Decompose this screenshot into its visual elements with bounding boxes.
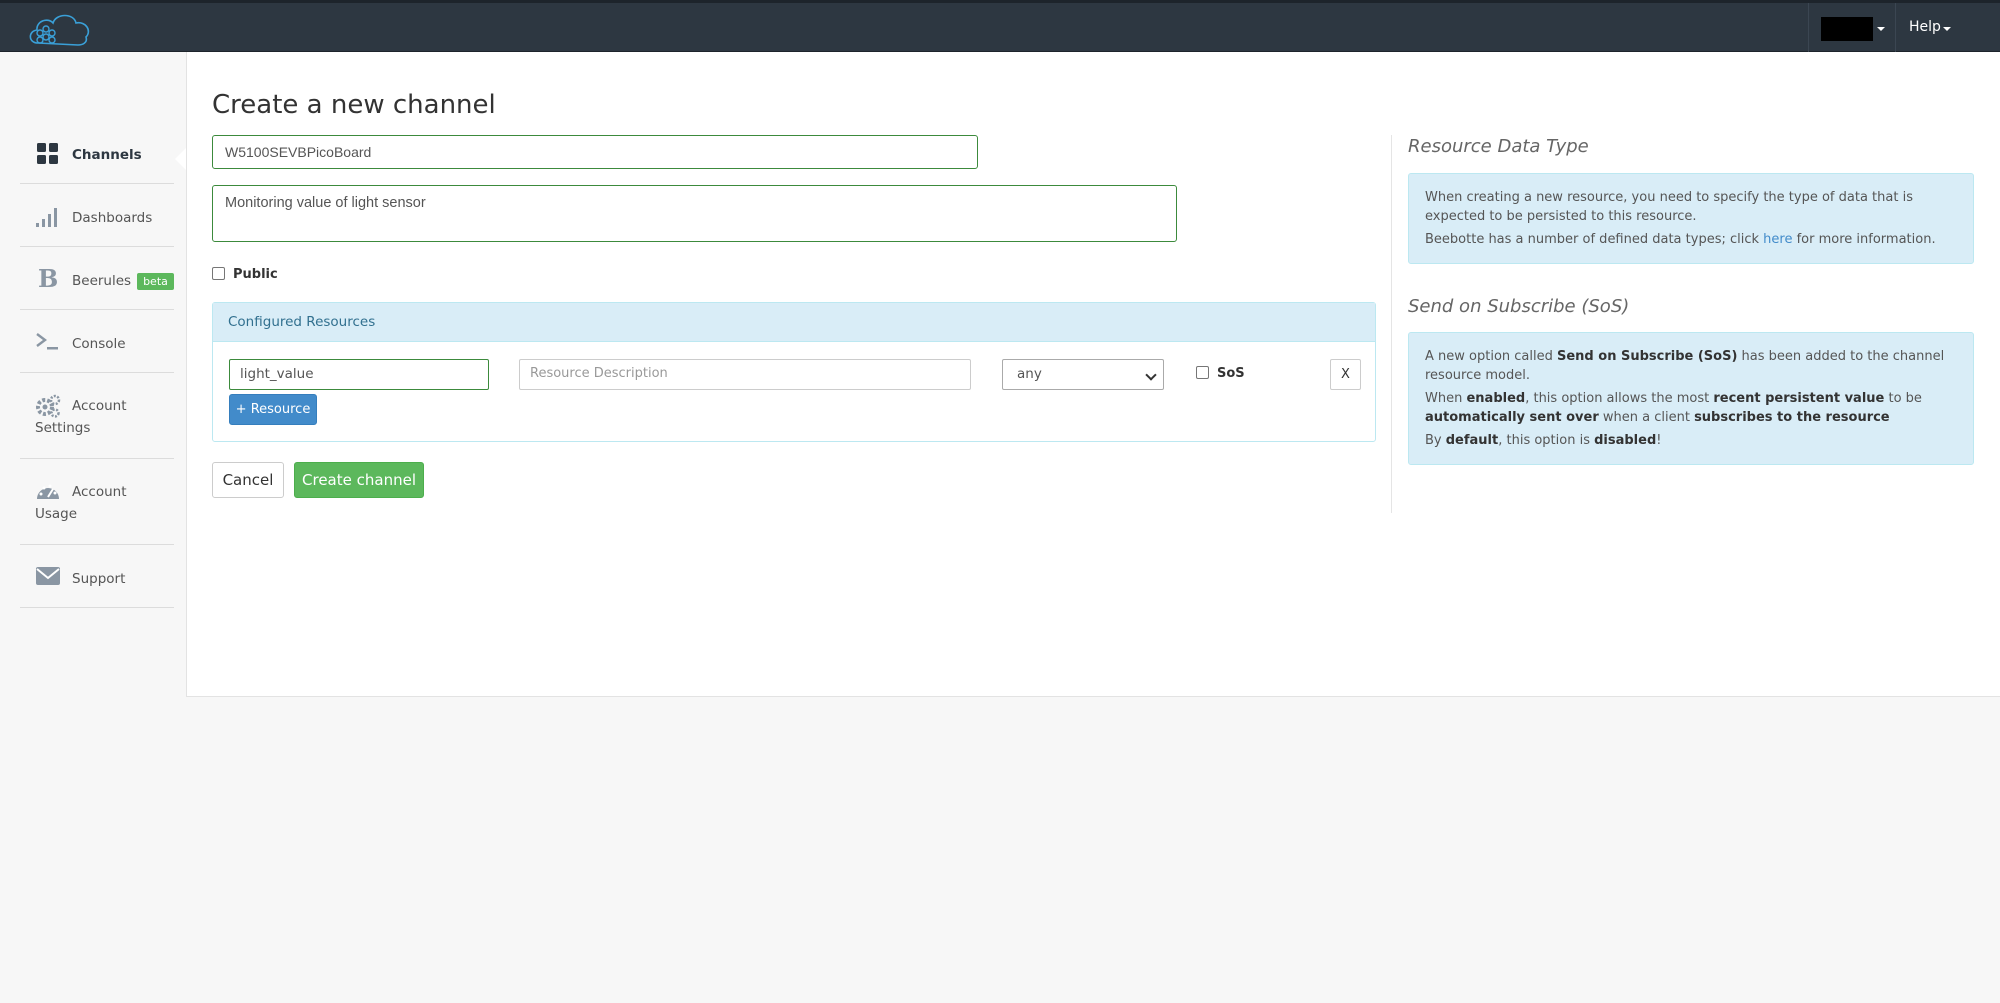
active-indicator — [175, 148, 186, 170]
sos-checkbox[interactable] — [1196, 366, 1209, 379]
resource-data-type-title: Resource Data Type — [1408, 136, 1589, 157]
beerules-b-icon: B — [38, 265, 58, 291]
chevron-down-icon — [1877, 27, 1885, 31]
sidebar-item-dashboards[interactable]: Dashboards — [20, 184, 174, 247]
sidebar-item-support[interactable]: Support — [20, 545, 174, 608]
data-type-paragraph: When creating a new resource, you need t… — [1425, 190, 1913, 224]
top-navbar: Help — [0, 0, 2000, 52]
signal-bars-icon — [36, 208, 57, 227]
sidebar-item-channels[interactable]: Channels — [20, 137, 174, 184]
channel-name-input[interactable]: W5100SEVBPicoBoard — [212, 135, 978, 169]
add-resource-button[interactable]: + Resource — [229, 394, 317, 425]
resource-description-input[interactable]: Resource Description — [519, 359, 971, 390]
help-menu-dropdown[interactable]: Help — [1897, 3, 1987, 52]
sidebar-item-label: Dashboards — [72, 210, 153, 226]
sidebar-item-beerules[interactable]: B Beerules beta — [20, 247, 174, 310]
sidebar-item-label: Channels — [72, 147, 142, 163]
sos-paragraph-3: By default, this option is disabled! — [1425, 433, 1662, 448]
sidebar-item-account-usage[interactable]: Account Usage — [20, 459, 174, 545]
sos-paragraph-1: A new option called Send on Subscribe (S… — [1425, 349, 1945, 383]
resource-type-value: any — [1017, 366, 1042, 382]
sos-checkbox-label[interactable]: SoS — [1196, 366, 1245, 381]
data-type-link-paragraph: Beebotte has a number of defined data ty… — [1425, 232, 1936, 247]
sidebar-item-console[interactable]: Console — [20, 310, 174, 373]
beta-badge: beta — [137, 273, 174, 290]
sos-info: A new option called Send on Subscribe (S… — [1408, 332, 1974, 465]
resource-type-select[interactable]: any — [1002, 359, 1164, 390]
sidebar-item-label: Account Settings — [35, 398, 127, 436]
chevron-down-icon — [1145, 369, 1157, 381]
column-divider — [1391, 135, 1392, 513]
beebotte-logo-icon[interactable] — [24, 9, 96, 49]
sos-paragraph-2: When enabled, this option allows the mos… — [1425, 391, 1922, 425]
sidebar-item-label: Account Usage — [35, 484, 127, 522]
create-channel-button[interactable]: Create channel — [294, 462, 424, 498]
grid-icon — [37, 143, 58, 164]
chevron-down-icon — [1943, 27, 1951, 31]
sidebar-item-label: Beerules — [72, 273, 132, 289]
page-title: Create a new channel — [212, 90, 496, 120]
sos-label: SoS — [1217, 366, 1245, 381]
public-label: Public — [233, 267, 278, 282]
channel-description-textarea[interactable]: Monitoring value of light sensor — [212, 185, 1177, 242]
configured-resources-panel: Configured Resources light_value Resourc… — [212, 302, 1376, 442]
user-name-redacted — [1821, 17, 1873, 41]
sidebar-item-label: Console — [72, 336, 126, 352]
remove-resource-button[interactable]: X — [1330, 359, 1361, 390]
sos-title: Send on Subscribe (SoS) — [1408, 296, 1630, 317]
help-menu-label: Help — [1909, 19, 1941, 35]
svg-text:B: B — [38, 265, 58, 291]
resource-data-type-info: When creating a new resource, you need t… — [1408, 173, 1974, 264]
sidebar-item-account-settings[interactable]: Account Settings — [20, 373, 174, 459]
sidebar-item-label: Support — [72, 571, 126, 587]
resource-name-input[interactable]: light_value — [229, 359, 489, 390]
envelope-icon — [36, 567, 60, 585]
public-checkbox-label[interactable]: Public — [212, 267, 278, 282]
public-checkbox[interactable] — [212, 267, 225, 280]
terminal-icon — [36, 333, 58, 350]
cancel-button[interactable]: Cancel — [212, 462, 284, 498]
user-menu-dropdown[interactable] — [1808, 3, 1896, 52]
configured-resources-header: Configured Resources — [213, 303, 1375, 342]
data-types-help-link[interactable]: here — [1763, 232, 1792, 247]
